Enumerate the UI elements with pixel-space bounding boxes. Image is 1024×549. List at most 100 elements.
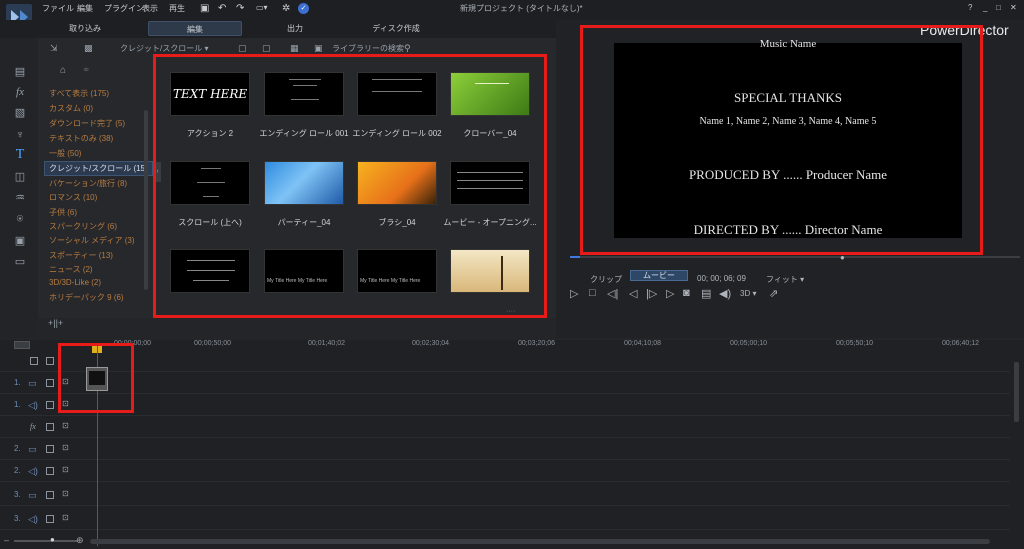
category-item[interactable]: ソーシャル メディア (3) — [49, 235, 135, 246]
timeline-ruler[interactable]: 00;00;00;00 00;00;50;00 00;01;40;02 00;0… — [100, 340, 1024, 350]
track-checkbox[interactable] — [46, 401, 54, 409]
audio-track-icon: ◁) — [28, 400, 38, 410]
track-checkbox[interactable] — [46, 467, 54, 475]
search-icon[interactable]: ⚲ — [404, 43, 411, 54]
media-room-icon[interactable]: ▤ — [13, 66, 27, 78]
plugin-icon[interactable]: ▩ — [84, 43, 93, 54]
category-item-selected[interactable]: クレジット/スクロール (15) — [44, 161, 153, 176]
zoom-handle-icon[interactable]: ● — [50, 535, 55, 544]
edit-title-icon[interactable]: ▢ — [262, 43, 271, 54]
tab-output[interactable]: 出力 — [250, 21, 340, 36]
prev-frame-icon[interactable]: ◁| — [607, 287, 618, 300]
audio-mixing-icon[interactable]: ♒ — [13, 192, 27, 204]
fit-timeline-icon[interactable]: +||+ — [48, 318, 63, 328]
track-checkbox[interactable] — [46, 445, 54, 453]
title-room-icon[interactable]: T — [13, 148, 27, 162]
library-search-input[interactable]: ライブラリーの検索 — [332, 43, 404, 54]
pip-room-icon[interactable]: ▧ — [13, 107, 27, 119]
import-icon[interactable]: ⇲ — [50, 43, 58, 54]
lock-icon[interactable]: ⊡ — [62, 489, 69, 498]
tab-edit[interactable]: 編集 — [148, 21, 242, 36]
next-frame-icon[interactable]: |▷ — [646, 287, 657, 300]
play-icon[interactable]: ▷ — [570, 287, 578, 300]
add-title-icon[interactable]: ▢ — [238, 43, 247, 54]
fit-dropdown[interactable]: フィット ▾ — [766, 274, 804, 285]
minimize-button[interactable]: _ — [983, 3, 987, 12]
zoom-in-icon[interactable]: ⊕ — [76, 535, 84, 546]
track-checkbox[interactable] — [46, 423, 54, 431]
zoom-out-icon[interactable]: – — [4, 535, 9, 545]
volume-icon[interactable]: ◀) — [719, 287, 731, 300]
menu-plugin[interactable]: プラグイン — [104, 3, 144, 14]
lock-icon[interactable]: ⊡ — [62, 443, 69, 452]
track-row: 2. ▭ ⊡ — [0, 438, 1010, 460]
settings-icon[interactable]: ✲ — [282, 3, 290, 14]
lock-icon[interactable]: ⊡ — [62, 421, 69, 430]
category-item[interactable]: スポーティー (13) — [49, 250, 113, 261]
link-icon[interactable]: ⚭ — [82, 65, 90, 76]
category-item[interactable]: スパークリング (6) — [49, 221, 117, 232]
close-button[interactable]: ✕ — [1010, 3, 1017, 12]
chapter-room-icon[interactable]: ▣ — [13, 235, 27, 247]
fast-forward-icon[interactable]: ▷ — [666, 287, 674, 300]
menu-playback[interactable]: 再生 — [169, 3, 185, 14]
redo-icon[interactable]: ↷ — [236, 3, 244, 14]
library-highlight-box — [153, 54, 547, 318]
library-menu-icon[interactable]: ▣ — [314, 43, 323, 54]
restore-button[interactable]: □ — [996, 3, 1001, 12]
track-checkbox[interactable] — [46, 379, 54, 387]
category-item[interactable]: ダウンロード完了 (5) — [49, 118, 125, 129]
movie-mode-button[interactable]: ムービー — [630, 270, 688, 281]
transition-room-icon[interactable]: ◫ — [13, 171, 27, 183]
subtitle-icon[interactable]: ▤ — [701, 287, 711, 300]
lock-icon[interactable]: ⊡ — [62, 465, 69, 474]
category-item[interactable]: バケーション/旅行 (8) — [49, 178, 127, 189]
account-icon[interactable]: ✓ — [298, 3, 309, 14]
lock-icon[interactable]: ⊡ — [62, 513, 69, 522]
3d-dropdown[interactable]: 3D ▾ — [740, 289, 756, 298]
tab-disc[interactable]: ディスク作成 — [346, 21, 446, 36]
undo-icon[interactable]: ↶ — [218, 3, 226, 14]
track-checkbox[interactable] — [46, 491, 54, 499]
category-item[interactable]: カスタム (0) — [49, 103, 93, 114]
track-row: fx ⊡ — [0, 416, 1010, 438]
snapshot-icon[interactable]: ◙ — [683, 287, 690, 299]
category-dropdown[interactable]: クレジット/スクロール ▾ — [120, 43, 208, 54]
zoom-slider[interactable] — [14, 540, 78, 542]
master-visibility-checkbox[interactable] — [30, 357, 38, 365]
category-item[interactable]: ロマンス (10) — [49, 192, 97, 203]
voice-over-icon[interactable]: ⍟ — [13, 213, 27, 225]
category-item[interactable]: 3D/3D-Like (2) — [49, 278, 101, 287]
scrubber-handle-icon[interactable]: ● — [840, 253, 845, 262]
category-item[interactable]: ニュース (2) — [49, 264, 93, 275]
tab-import[interactable]: 取り込み — [40, 21, 130, 36]
menu-edit[interactable]: 編集 — [77, 3, 93, 14]
category-item[interactable]: ホリデーパック 9 (6) — [49, 292, 124, 303]
timeline-hscrollbar[interactable] — [90, 539, 990, 544]
aspect-ratio-icon[interactable]: ▭▾ — [256, 3, 268, 12]
save-icon[interactable]: ▣ — [200, 3, 209, 14]
fx-room-icon[interactable]: fx — [13, 86, 27, 98]
stop-icon[interactable]: □ — [589, 287, 596, 299]
clip-mode-button[interactable]: クリップ — [590, 274, 622, 285]
view-mode-icon[interactable]: ▦ — [290, 43, 299, 54]
menu-view[interactable]: 表示 — [142, 3, 158, 14]
track-manager-icon[interactable] — [14, 341, 30, 349]
category-item[interactable]: 子供 (6) — [49, 207, 77, 218]
track-checkbox[interactable] — [46, 515, 54, 523]
help-button[interactable]: ? — [968, 3, 972, 12]
category-item[interactable]: すべて表示 (175) — [49, 88, 109, 99]
menu-file[interactable]: ファイル — [42, 3, 74, 14]
subtitle-room-icon[interactable]: ▭ — [13, 256, 27, 268]
particle-room-icon[interactable]: ♆ — [13, 129, 27, 141]
track-row: 2. ◁) ⊡ — [0, 460, 1010, 482]
undock-icon[interactable]: ⇗ — [769, 287, 778, 300]
category-item[interactable]: テキストのみ (38) — [49, 133, 113, 144]
previous-icon[interactable]: ◁ — [629, 287, 637, 300]
category-item[interactable]: 一般 (50) — [49, 148, 81, 159]
preview-scrubber[interactable] — [570, 256, 1020, 258]
track-checkbox[interactable] — [46, 357, 54, 365]
tag-icon[interactable]: ⌂ — [60, 65, 66, 76]
timeline-vscrollbar[interactable] — [1014, 362, 1019, 422]
category-scrollbar[interactable] — [144, 110, 148, 290]
